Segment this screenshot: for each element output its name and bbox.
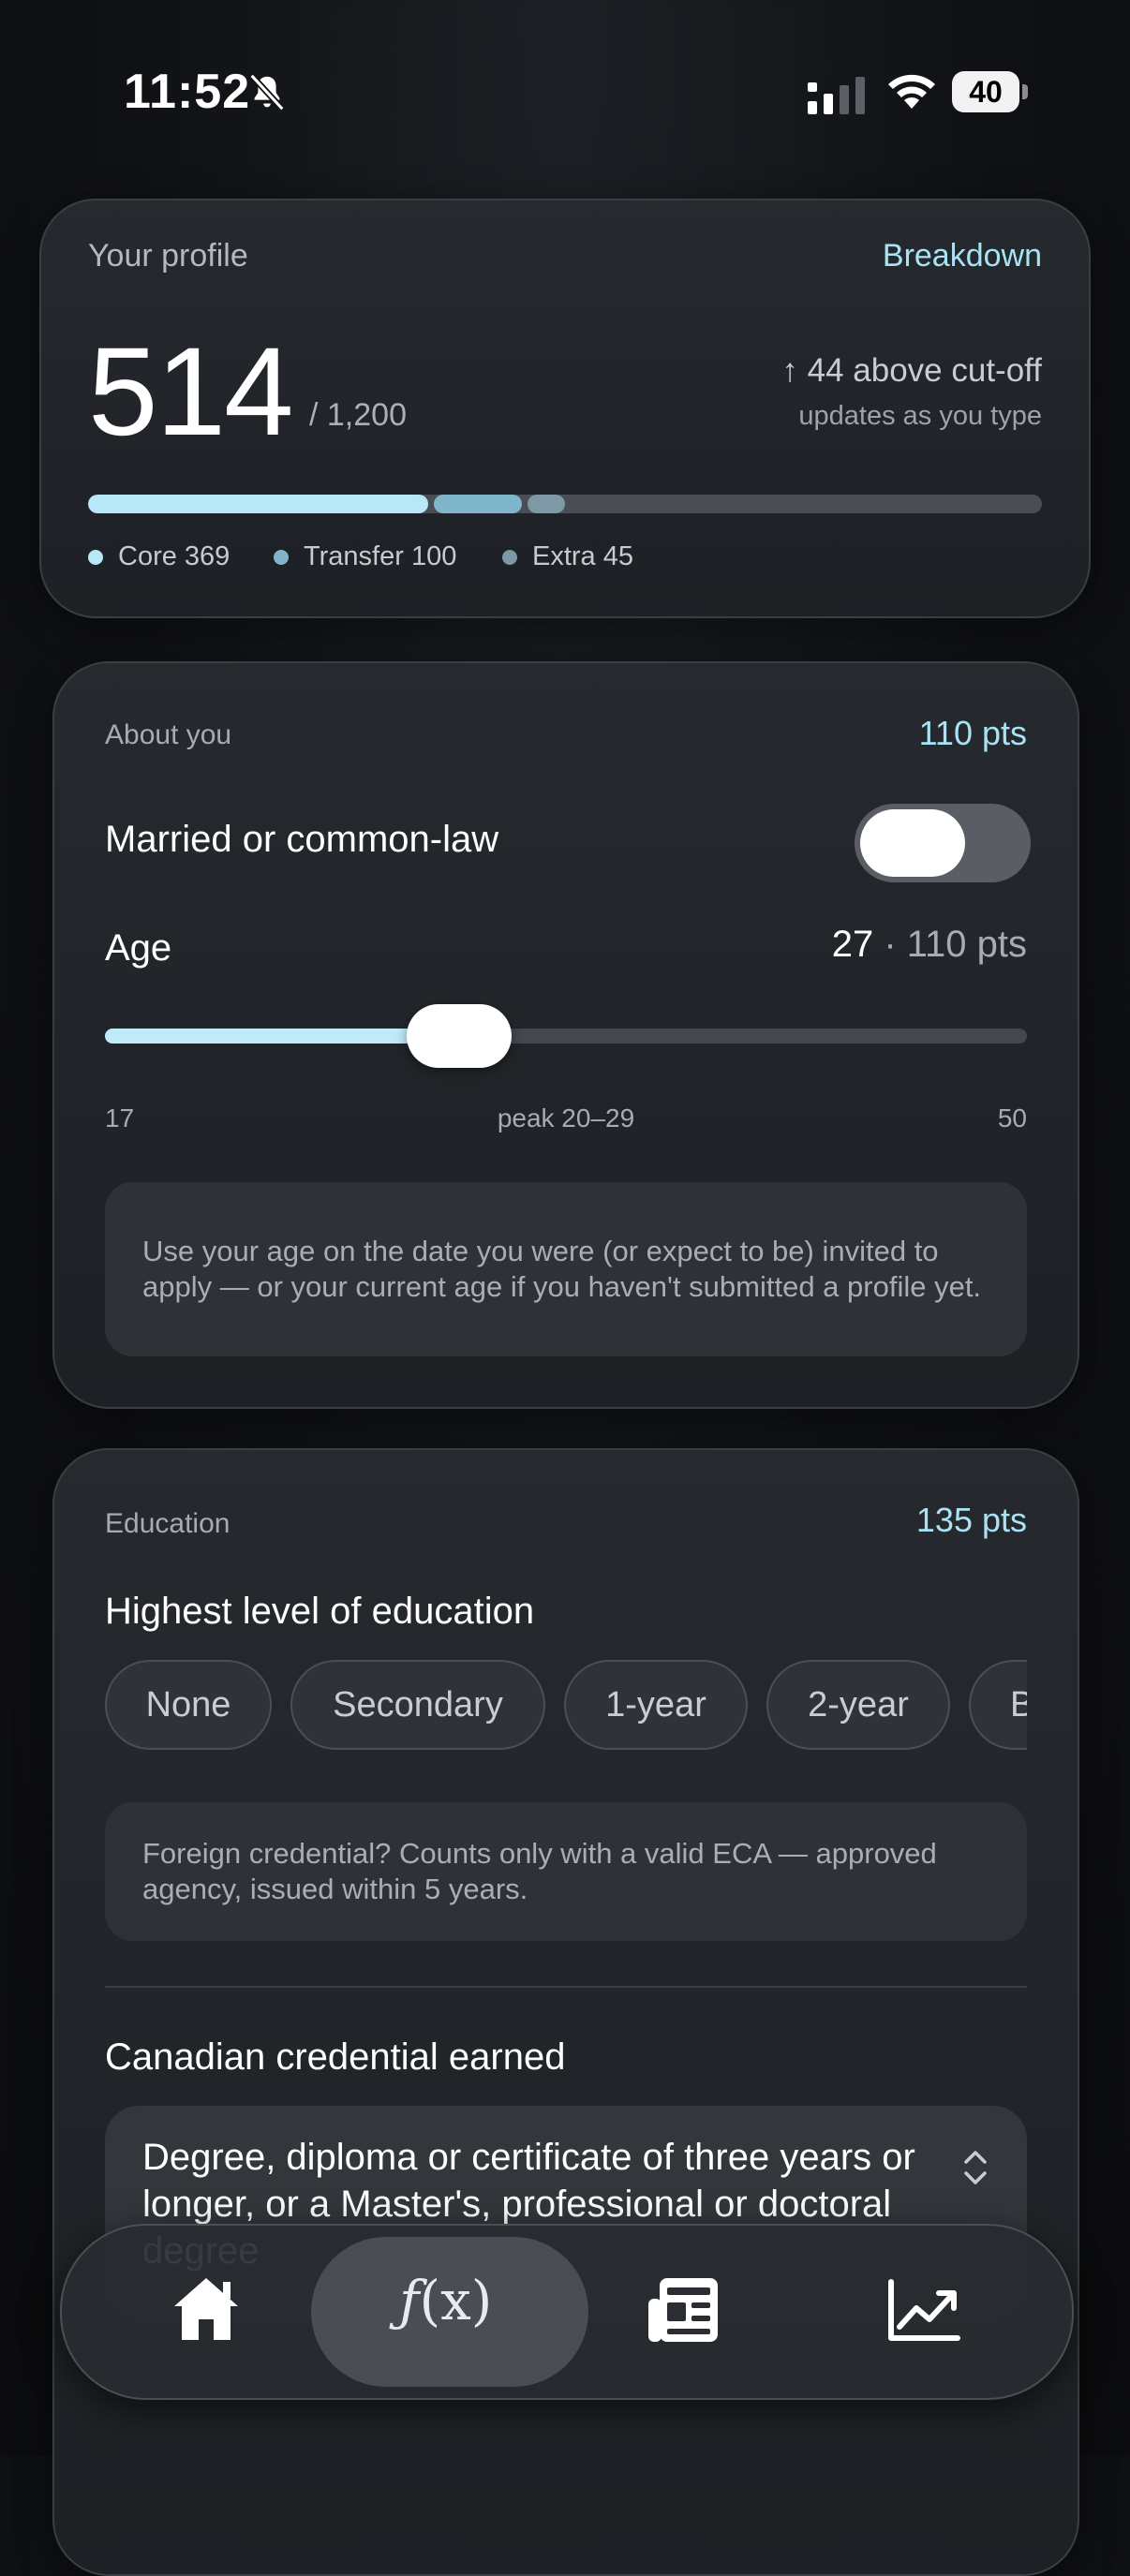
legend-dot — [274, 549, 289, 565]
about-label: About you — [105, 719, 232, 750]
education-note-text: Foreign credential? Counts only with a v… — [142, 1837, 937, 1905]
age-slider-handle[interactable] — [407, 1004, 513, 1068]
profile-max: / 1,200 — [309, 397, 407, 433]
profile-score: 514 — [88, 322, 294, 462]
cellular-signal-icon — [808, 77, 865, 114]
fx-f: ƒ — [399, 2269, 420, 2332]
bottom-nav: ƒ(x) — [60, 2224, 1074, 2400]
about-card: About you 110 pts Married or common-law … — [52, 661, 1079, 1409]
married-toggle[interactable] — [855, 804, 1031, 882]
legend-label: Core 369 — [118, 541, 230, 571]
age-max: 50 — [997, 1103, 1027, 1133]
legend-label: Extra 45 — [532, 541, 633, 571]
highest-education-label: Highest level of education — [105, 1591, 535, 1632]
age-peak: peak 20–29 — [497, 1103, 635, 1133]
legend-label: Transfer 100 — [304, 541, 457, 571]
breakdown-link[interactable]: Breakdown — [883, 238, 1042, 274]
calculator-icon[interactable]: ƒ(x) — [399, 2269, 492, 2332]
education-label: Education — [105, 1508, 230, 1539]
education-chips: None Secondary 1-year 2-year Bachelor's — [105, 1660, 1027, 1754]
wifi-icon — [888, 74, 935, 109]
updates-note: updates as you type — [798, 401, 1042, 431]
age-points: · 110 pts — [873, 924, 1027, 965]
age-note: Use your age on the date you were (or ex… — [105, 1182, 1027, 1356]
education-card: Education 135 pts Highest level of educa… — [52, 1448, 1079, 2576]
legend-core: Core 369 — [88, 541, 230, 572]
chip-1-year[interactable]: 1-year — [564, 1660, 748, 1750]
battery-icon: 40 — [952, 71, 1029, 112]
fx-x: (x) — [419, 2269, 493, 2332]
canadian-credential-label: Canadian credential earned — [105, 2036, 566, 2078]
legend-extra: Extra 45 — [502, 541, 633, 572]
divider — [105, 1986, 1027, 1988]
legend-dot — [88, 549, 103, 565]
legend-transfer: Transfer 100 — [274, 541, 456, 572]
age-value: 27 · 110 pts — [832, 924, 1027, 966]
profile-title: Your profile — [88, 238, 248, 274]
chip-bachelors[interactable]: Bachelor's — [969, 1660, 1027, 1750]
married-label: Married or common-law — [105, 819, 499, 860]
battery-percent: 40 — [969, 75, 1003, 109]
age-number: 27 — [831, 924, 874, 965]
about-points: 110 pts — [918, 714, 1027, 752]
score-bar-extra — [528, 495, 565, 513]
trend-chart-icon[interactable] — [886, 2278, 961, 2344]
score-bar-transfer — [434, 495, 523, 513]
chip-2-year[interactable]: 2-year — [766, 1660, 950, 1750]
chevron-up-down-icon — [964, 2151, 987, 2184]
score-bar — [88, 495, 1042, 513]
chip-secondary[interactable]: Secondary — [290, 1660, 545, 1750]
score-bar-core — [88, 495, 429, 513]
status-time: 11:52 — [124, 65, 251, 119]
chip-none[interactable]: None — [105, 1660, 272, 1750]
profile-card: Your profile Breakdown 514 / 1,200 ↑ 44 … — [39, 199, 1091, 618]
age-label: Age — [105, 927, 172, 969]
toggle-knob — [860, 809, 965, 877]
age-note-text: Use your age on the date you were (or ex… — [142, 1235, 982, 1303]
news-icon[interactable] — [647, 2274, 721, 2346]
bell-muted-icon — [249, 73, 285, 111]
education-note: Foreign credential? Counts only with a v… — [105, 1802, 1027, 1941]
above-cutoff: ↑ 44 above cut-off — [781, 352, 1042, 389]
legend-dot — [502, 549, 517, 565]
home-icon[interactable] — [171, 2274, 242, 2342]
education-points: 135 pts — [915, 1501, 1027, 1539]
